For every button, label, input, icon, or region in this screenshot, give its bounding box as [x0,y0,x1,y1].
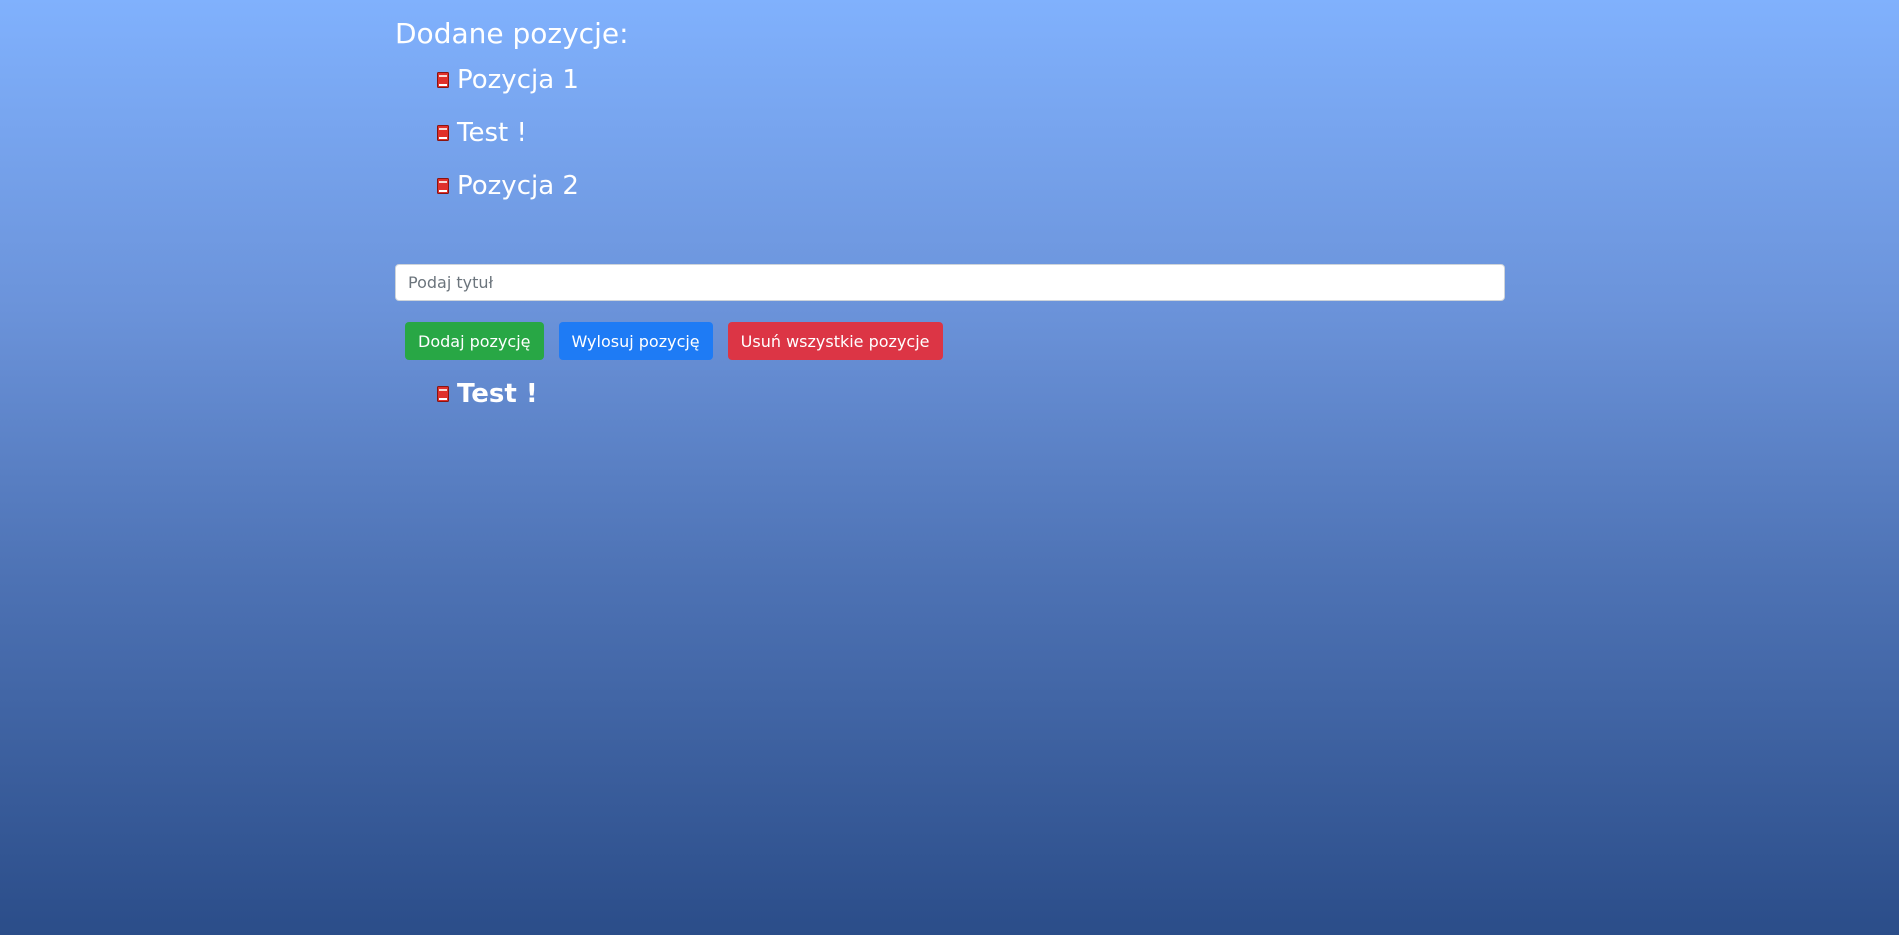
book-icon [437,125,449,141]
items-list: Pozycja 1 Test ! Pozycja 2 [437,60,579,219]
action-buttons: Dodaj pozycję Wylosuj pozycję Usuń wszys… [405,322,943,360]
list-heading: Dodane pozycje: [395,17,629,50]
list-item: Pozycja 1 [437,60,579,100]
list-item: Test ! [437,113,579,153]
drawn-result: Test ! [437,374,538,414]
clear-all-button[interactable]: Usuń wszystkie pozycje [727,322,943,360]
book-icon [437,72,449,88]
add-item-button[interactable]: Dodaj pozycję [405,322,544,360]
book-icon [437,178,449,194]
list-item-label: Pozycja 2 [457,171,579,201]
book-icon [437,386,449,402]
list-item-label: Pozycja 1 [457,65,579,95]
list-item: Pozycja 2 [437,166,579,206]
drawn-result-label: Test ! [457,379,538,409]
list-item-label: Test ! [457,118,527,148]
draw-item-button[interactable]: Wylosuj pozycję [558,322,713,360]
title-input[interactable] [395,264,1505,301]
